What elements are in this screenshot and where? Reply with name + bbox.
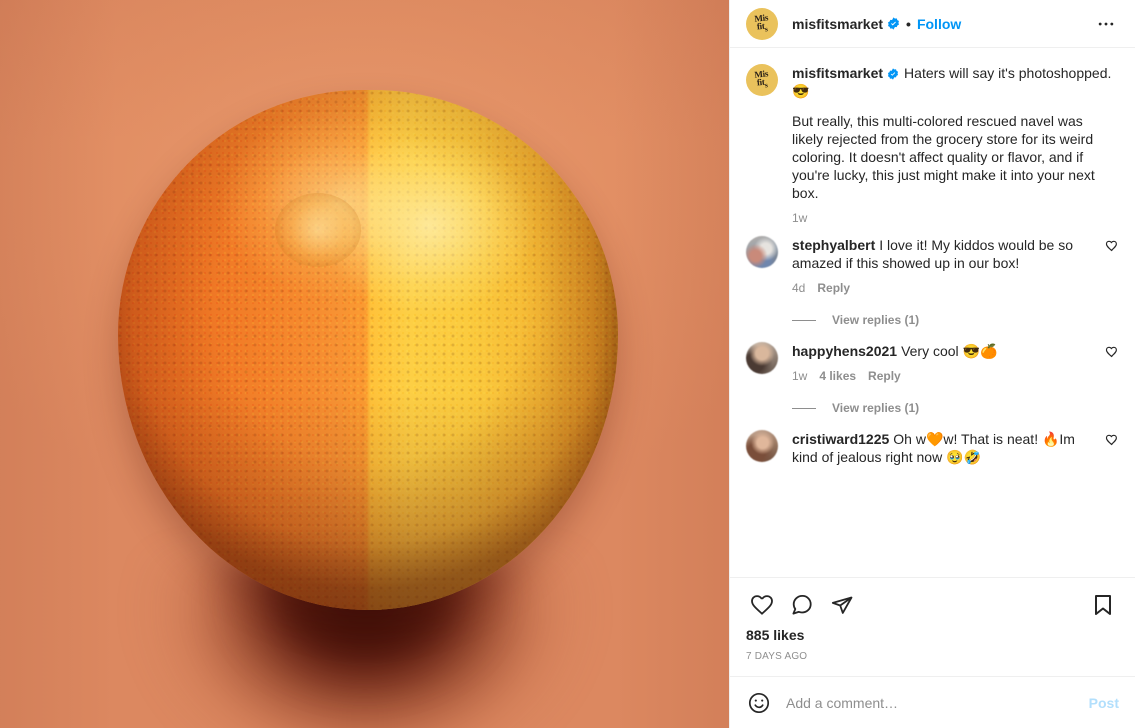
comment-meta: 4d Reply (792, 280, 1095, 296)
view-replies-line (792, 319, 816, 321)
comment-text-wrap: cristiward1225 Oh w🧡w! That is neat! 🔥Im … (792, 430, 1095, 466)
caption-username[interactable]: misfitsmarket (792, 65, 883, 81)
comment: cristiward1225 Oh w🧡w! That is neat! 🔥Im … (746, 430, 1119, 478)
comment: stephyalbert I love it! My kiddos would b… (746, 236, 1119, 328)
caption-meta: 1w (792, 210, 1115, 226)
avatar[interactable]: Mis fits (746, 7, 778, 40)
share-paper-plane-icon[interactable] (826, 589, 858, 621)
post-header: Mis fits misfitsmarket • Follow (730, 0, 1135, 48)
heart-icon[interactable] (1105, 345, 1119, 364)
post-timestamp: 7 DAYS AGO (746, 651, 808, 662)
bookmark-icon[interactable] (1087, 589, 1119, 621)
caption-timestamp: 1w (792, 211, 808, 225)
more-options-icon[interactable] (1093, 11, 1119, 37)
follow-button[interactable]: Follow (917, 15, 961, 33)
brand-avatar-mark: Mis fits (754, 11, 769, 34)
view-replies-button[interactable]: View replies (1) (792, 312, 1119, 328)
comment-row: stephyalbert I love it! My kiddos would b… (746, 236, 1119, 300)
comment-text-wrap: stephyalbert I love it! My kiddos would b… (792, 236, 1095, 272)
account-username[interactable]: misfitsmarket (792, 15, 883, 33)
commenter-avatar[interactable] (746, 430, 778, 462)
comments-list[interactable]: Mis fits misfitsmarket Haters will say it'… (730, 48, 1135, 577)
brand-avatar-mark: Mis fits (754, 68, 769, 90)
comment: happyhens2021 Very cool 😎🍊 1w 4 likes Rep… (746, 342, 1119, 416)
heart-icon[interactable] (1105, 239, 1119, 258)
commenter-avatar[interactable] (746, 342, 778, 374)
commenter-avatar[interactable] (746, 236, 778, 268)
comment-body: happyhens2021 Very cool 😎🍊 1w 4 likes Rep… (792, 342, 1099, 388)
caption-body: misfitsmarket Haters will say it's photos… (792, 64, 1119, 230)
post-caption: Mis fits misfitsmarket Haters will say it'… (746, 64, 1119, 230)
media-vignette (0, 0, 729, 728)
comment-text: Very cool 😎🍊 (901, 343, 998, 359)
commenter-username[interactable]: cristiward1225 (792, 431, 889, 447)
post-comment-button[interactable]: Post (1081, 694, 1119, 712)
comment-body: stephyalbert I love it! My kiddos would b… (792, 236, 1099, 300)
header-meta: misfitsmarket • Follow (792, 15, 961, 33)
instagram-post: Mis fits misfitsmarket • Follow Mis fits… (0, 0, 1135, 728)
likes-count[interactable]: 885 likes (746, 626, 1119, 644)
view-replies-line (792, 407, 816, 409)
heart-icon[interactable] (746, 589, 778, 621)
post-sidebar: Mis fits misfitsmarket • Follow Mis fits… (729, 0, 1135, 728)
comment-timestamp: 1w (792, 369, 808, 383)
comment-row: happyhens2021 Very cool 😎🍊 1w 4 likes Rep… (746, 342, 1119, 388)
comment-row: cristiward1225 Oh w🧡w! That is neat! 🔥Im … (746, 430, 1119, 478)
comment-body: cristiward1225 Oh w🧡w! That is neat! 🔥Im … (792, 430, 1099, 478)
verified-badge-icon (887, 17, 900, 30)
post-media[interactable] (0, 0, 729, 728)
comment-text-wrap: happyhens2021 Very cool 😎🍊 (792, 342, 1095, 360)
emoji-smiley-icon[interactable] (746, 690, 772, 716)
heart-icon[interactable] (1105, 433, 1119, 452)
comment-timestamp: 4d (792, 281, 806, 295)
view-replies-label: View replies (1) (832, 313, 920, 327)
comment-likes-count[interactable]: 4 likes (819, 368, 856, 384)
comment-meta: 1w 4 likes Reply (792, 368, 1095, 384)
comment-reply-button[interactable]: Reply (817, 280, 850, 296)
caption-avatar[interactable]: Mis fits (746, 64, 778, 96)
comment-bubble-icon[interactable] (786, 589, 818, 621)
verified-badge-icon (887, 66, 900, 80)
caption-second-paragraph: But really, this multi-colored rescued n… (792, 113, 1095, 201)
commenter-username[interactable]: happyhens2021 (792, 343, 897, 359)
comment-input[interactable] (786, 693, 1081, 712)
comment-reply-button[interactable]: Reply (868, 368, 901, 384)
header-separator: • (906, 15, 911, 32)
action-icon-bar (746, 584, 1119, 626)
commenter-username[interactable]: stephyalbert (792, 237, 875, 253)
add-comment-bar: Post (730, 676, 1135, 728)
post-actions: 885 likes 7 DAYS AGO (730, 577, 1135, 676)
caption-first-paragraph: misfitsmarket Haters will say it's photos… (792, 64, 1115, 100)
view-replies-button[interactable]: View replies (1) (792, 400, 1119, 416)
view-replies-label: View replies (1) (832, 401, 920, 415)
